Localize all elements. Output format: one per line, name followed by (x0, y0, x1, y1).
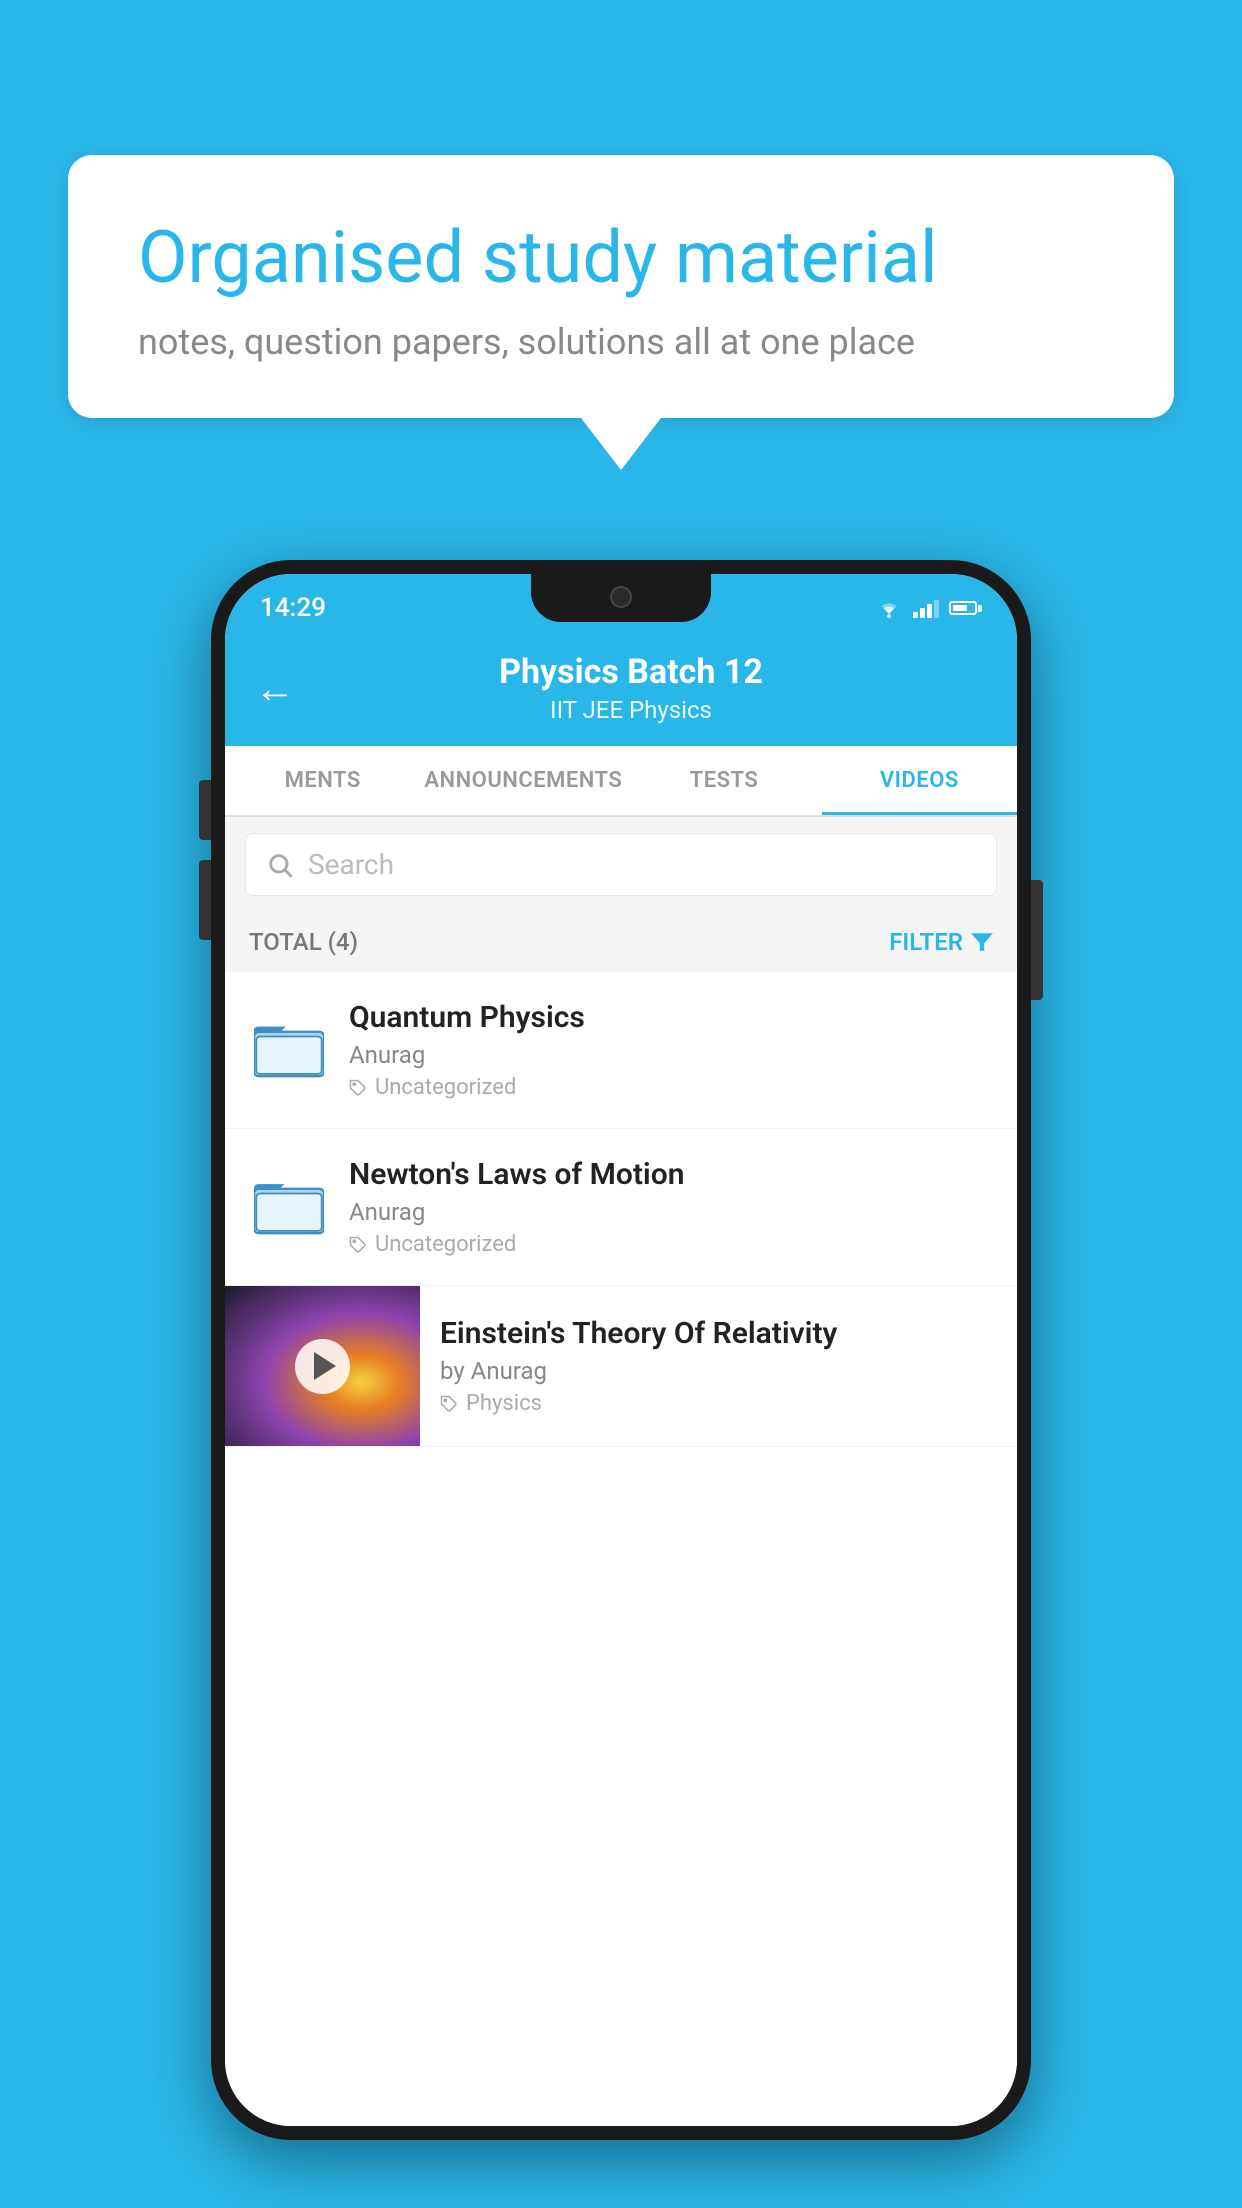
header-title-group: Physics Batch 12 IIT JEE Physics (315, 652, 987, 724)
video-item-title: Einstein's Theory Of Relativity (440, 1316, 997, 1351)
search-icon (266, 851, 294, 879)
tag-icon (349, 1236, 367, 1254)
tab-bar: MENTS ANNOUNCEMENTS TESTS VIDEOS (225, 746, 1017, 817)
search-placeholder: Search (308, 848, 394, 881)
list-item-title: Quantum Physics (349, 1000, 993, 1035)
tab-announcements[interactable]: ANNOUNCEMENTS (420, 746, 626, 815)
wifi-icon (875, 597, 903, 619)
tab-ments[interactable]: MENTS (225, 746, 420, 815)
search-bar-container: Search (225, 817, 1017, 912)
folder-icon (254, 1175, 324, 1240)
list-item[interactable]: Newton's Laws of Motion Anurag Uncategor… (225, 1129, 1017, 1286)
total-count: TOTAL (4) (249, 928, 358, 956)
phone-outer: 14:29 (211, 560, 1031, 2140)
video-item-author: by Anurag (440, 1357, 997, 1385)
speech-bubble: Organised study material notes, question… (68, 155, 1174, 418)
folder-icon (254, 1018, 324, 1083)
tag-icon (440, 1395, 458, 1413)
list-item-content: Newton's Laws of Motion Anurag Uncategor… (349, 1157, 993, 1257)
play-button[interactable] (295, 1339, 350, 1394)
status-time: 14:29 (260, 593, 326, 623)
video-item-content: Einstein's Theory Of Relativity by Anura… (420, 1296, 1017, 1436)
filter-button[interactable]: FILTER (889, 928, 993, 956)
filter-row: TOTAL (4) FILTER (225, 912, 1017, 972)
volume-button (199, 780, 211, 840)
tag-label: Uncategorized (375, 1075, 516, 1100)
app-header: ← Physics Batch 12 IIT JEE Physics (225, 634, 1017, 746)
phone-inner: 14:29 (225, 574, 1017, 2126)
tab-tests[interactable]: TESTS (626, 746, 821, 815)
folder-icon-container (249, 1167, 329, 1247)
tab-videos[interactable]: VIDEOS (822, 746, 1017, 815)
list-item-author: Anurag (349, 1041, 993, 1069)
tag-label: Physics (466, 1391, 542, 1416)
filter-icon (971, 931, 993, 953)
video-thumbnail (225, 1286, 420, 1446)
filter-label: FILTER (889, 928, 963, 956)
list-item-content: Quantum Physics Anurag Uncategorized (349, 1000, 993, 1100)
tag-icon (349, 1079, 367, 1097)
camera (610, 586, 632, 608)
status-icons (875, 597, 982, 619)
list-item[interactable]: Quantum Physics Anurag Uncategorized (225, 972, 1017, 1129)
play-triangle-icon (314, 1352, 336, 1380)
screen-content: 14:29 (225, 574, 1017, 2126)
battery-icon (949, 601, 982, 615)
phone-mockup: 14:29 (211, 560, 1031, 2140)
tag-label: Uncategorized (375, 1232, 516, 1257)
list-item-video[interactable]: Einstein's Theory Of Relativity by Anura… (225, 1286, 1017, 1447)
folder-icon-container (249, 1010, 329, 1090)
speech-bubble-subtitle: notes, question papers, solutions all at… (138, 321, 1104, 363)
list-item-title: Newton's Laws of Motion (349, 1157, 993, 1192)
list-item-tag: Uncategorized (349, 1075, 993, 1100)
speech-bubble-title: Organised study material (138, 215, 1104, 301)
phone-notch (531, 574, 711, 622)
header-title: Physics Batch 12 (315, 652, 947, 692)
list-item-author: Anurag (349, 1198, 993, 1226)
video-item-tag: Physics (440, 1391, 997, 1416)
back-button[interactable]: ← (255, 665, 295, 712)
search-bar[interactable]: Search (245, 833, 997, 896)
signal-icon (913, 598, 939, 618)
content-list: Quantum Physics Anurag Uncategorized (225, 972, 1017, 2126)
list-item-tag: Uncategorized (349, 1232, 993, 1257)
header-subtitle: IIT JEE Physics (315, 696, 947, 724)
